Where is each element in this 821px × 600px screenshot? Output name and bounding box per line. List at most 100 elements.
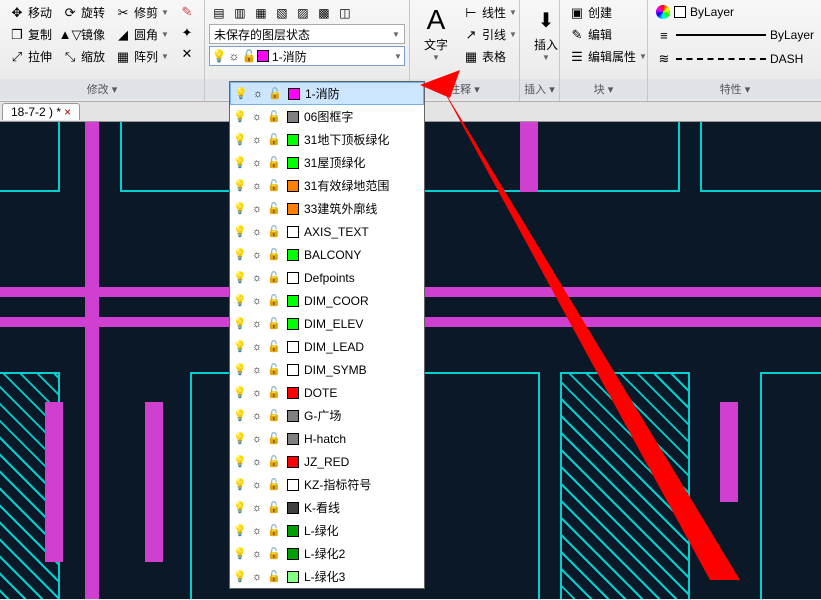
bulb-icon: 💡 bbox=[233, 110, 247, 124]
layer-item[interactable]: 💡☼🔓JZ_RED bbox=[230, 450, 424, 473]
mod-a-button[interactable]: ✎ bbox=[176, 2, 198, 22]
create-label: 创建 bbox=[588, 4, 612, 21]
layer-item[interactable]: 💡☼🔓Defpoints bbox=[230, 266, 424, 289]
mirror-button[interactable]: ▲▽镜像 bbox=[59, 24, 108, 45]
layer-item[interactable]: 💡☼🔓BALCONY bbox=[230, 243, 424, 266]
chevron-down-icon: ▼ bbox=[392, 30, 400, 39]
layer-item[interactable]: 💡☼🔓33建筑外廓线 bbox=[230, 197, 424, 220]
group-insert: ⬇ 插入 ▼ 插入 ▾ bbox=[520, 0, 560, 101]
layer-swatch bbox=[287, 341, 299, 353]
layer-item[interactable]: 💡☼🔓31屋顶绿化 bbox=[230, 151, 424, 174]
sun-icon: ☼ bbox=[250, 179, 264, 193]
bulb-icon: 💡 bbox=[233, 340, 247, 354]
lock-icon: 🔓 bbox=[267, 248, 281, 262]
rotate-button[interactable]: ⟳旋转 bbox=[59, 2, 108, 23]
bulb-icon: 💡 bbox=[233, 317, 247, 331]
layer-item[interactable]: 💡☼🔓1-消防 bbox=[230, 82, 424, 105]
layer-swatch bbox=[287, 502, 299, 514]
layer-tool-5-icon[interactable]: ▨ bbox=[293, 4, 313, 22]
layer-name: L-绿化3 bbox=[304, 568, 345, 585]
layer-item[interactable]: 💡☼🔓L-绿化2 bbox=[230, 542, 424, 565]
trim-button[interactable]: ✂修剪▼ bbox=[112, 2, 172, 23]
layer-tool-2-icon[interactable]: ▥ bbox=[230, 4, 250, 22]
linear-button[interactable]: ⊢线性▼ bbox=[460, 2, 520, 23]
mag-block bbox=[720, 402, 738, 502]
chevron-down-icon: ▼ bbox=[394, 52, 402, 61]
lineweight-combo[interactable]: ≡ByLayer bbox=[654, 26, 816, 44]
bulb-icon: 💡 bbox=[212, 49, 226, 63]
array-button[interactable]: ▦阵列▼ bbox=[112, 46, 172, 67]
layer-tool-3-icon[interactable]: ▦ bbox=[251, 4, 271, 22]
fillet-button[interactable]: ◢圆角▼ bbox=[112, 24, 172, 45]
copy-icon: ❐ bbox=[9, 27, 25, 43]
leader-button[interactable]: ↗引线▼ bbox=[460, 24, 520, 45]
layer-item[interactable]: 💡☼🔓DIM_ELEV bbox=[230, 312, 424, 335]
layer-item[interactable]: 💡☼🔓H-hatch bbox=[230, 427, 424, 450]
layer-item[interactable]: 💡☼🔓DIM_COOR bbox=[230, 289, 424, 312]
layer-swatch bbox=[287, 387, 299, 399]
bulb-icon: 💡 bbox=[233, 432, 247, 446]
lock-icon: 🔓 bbox=[242, 49, 256, 63]
bulb-icon: 💡 bbox=[233, 478, 247, 492]
stretch-button[interactable]: ⤢拉伸 bbox=[6, 46, 55, 67]
layer-item[interactable]: 💡☼🔓06图框字 bbox=[230, 105, 424, 128]
layer-name: 33建筑外廓线 bbox=[304, 200, 377, 217]
mod-b-button[interactable]: ✦ bbox=[176, 23, 198, 43]
lock-icon: 🔓 bbox=[267, 432, 281, 446]
bulb-icon: 💡 bbox=[233, 271, 247, 285]
move-button[interactable]: ✥移动 bbox=[6, 2, 55, 23]
document-tab[interactable]: 18-7-2 ) * × bbox=[2, 103, 80, 120]
layer-item[interactable]: 💡☼🔓L-绿化 bbox=[230, 519, 424, 542]
layer-tool-7-icon[interactable]: ◫ bbox=[335, 4, 355, 22]
trim-label: 修剪 bbox=[134, 4, 158, 21]
layer-combo[interactable]: 💡 ☼ 🔓 1-消防 ▼ bbox=[209, 46, 405, 66]
lineweight-icon: ≡ bbox=[656, 27, 672, 43]
layer-state-combo[interactable]: 未保存的图层状态 ▼ bbox=[209, 24, 405, 44]
linetype-combo[interactable]: ≋DASH bbox=[654, 50, 816, 68]
sun-icon: ☼ bbox=[250, 156, 264, 170]
bulb-icon: 💡 bbox=[233, 156, 247, 170]
text-button[interactable]: A 文字 ▼ bbox=[414, 2, 458, 79]
layer-item[interactable]: 💡☼🔓K-看线 bbox=[230, 496, 424, 519]
line-preview bbox=[676, 34, 766, 36]
group-block: ▣创建 ✎编辑 ☰编辑属性▼ 块 ▾ bbox=[560, 0, 648, 101]
sun-icon: ☼ bbox=[250, 547, 264, 561]
close-icon[interactable]: × bbox=[64, 105, 71, 119]
sun-icon: ☼ bbox=[250, 455, 264, 469]
text-label: 文字 bbox=[424, 36, 448, 53]
text-icon: A bbox=[420, 4, 452, 36]
layer-swatch bbox=[287, 548, 299, 560]
layer-item[interactable]: 💡☼🔓31地下顶板绿化 bbox=[230, 128, 424, 151]
scale-button[interactable]: ⤡缩放 bbox=[59, 46, 108, 67]
leader-icon: ↗ bbox=[463, 27, 479, 43]
parcel-hatch bbox=[560, 372, 690, 599]
layer-name: 1-消防 bbox=[305, 85, 340, 102]
layer-tool-6-icon[interactable]: ▩ bbox=[314, 4, 334, 22]
layer-item[interactable]: 💡☼🔓DIM_SYMB bbox=[230, 358, 424, 381]
layer-item[interactable]: 💡☼🔓31有效绿地范围 bbox=[230, 174, 424, 197]
layer-tool-4-icon[interactable]: ▧ bbox=[272, 4, 292, 22]
editattr-button[interactable]: ☰编辑属性▼ bbox=[566, 46, 650, 67]
layer-swatch bbox=[287, 134, 299, 146]
lock-icon: 🔓 bbox=[267, 340, 281, 354]
create-button[interactable]: ▣创建 bbox=[566, 2, 650, 23]
layer-dropdown[interactable]: 💡☼🔓1-消防💡☼🔓06图框字💡☼🔓31地下顶板绿化💡☼🔓31屋顶绿化💡☼🔓31… bbox=[229, 81, 425, 589]
layer-name: 31地下顶板绿化 bbox=[304, 131, 389, 148]
layer-item[interactable]: 💡☼🔓G-广场 bbox=[230, 404, 424, 427]
create-icon: ▣ bbox=[569, 5, 585, 21]
layer-item[interactable]: 💡☼🔓AXIS_TEXT bbox=[230, 220, 424, 243]
layer-item[interactable]: 💡☼🔓KZ-指标符号 bbox=[230, 473, 424, 496]
lock-icon: 🔓 bbox=[267, 202, 281, 216]
table-button[interactable]: ▦表格 bbox=[460, 46, 520, 67]
color-swatch bbox=[674, 6, 686, 18]
sun-icon: ☼ bbox=[250, 225, 264, 239]
color-combo[interactable]: ByLayer bbox=[654, 4, 816, 20]
layer-item[interactable]: 💡☼🔓L-绿化3 bbox=[230, 565, 424, 588]
layer-item[interactable]: 💡☼🔓DOTE bbox=[230, 381, 424, 404]
layer-item[interactable]: 💡☼🔓DIM_LEAD bbox=[230, 335, 424, 358]
copy-button[interactable]: ❐复制 bbox=[6, 24, 55, 45]
layer-tool-1-icon[interactable]: ▤ bbox=[209, 4, 229, 22]
edit-button[interactable]: ✎编辑 bbox=[566, 24, 650, 45]
mod-c-button[interactable]: ✕ bbox=[176, 44, 198, 64]
lock-icon: 🔓 bbox=[267, 133, 281, 147]
